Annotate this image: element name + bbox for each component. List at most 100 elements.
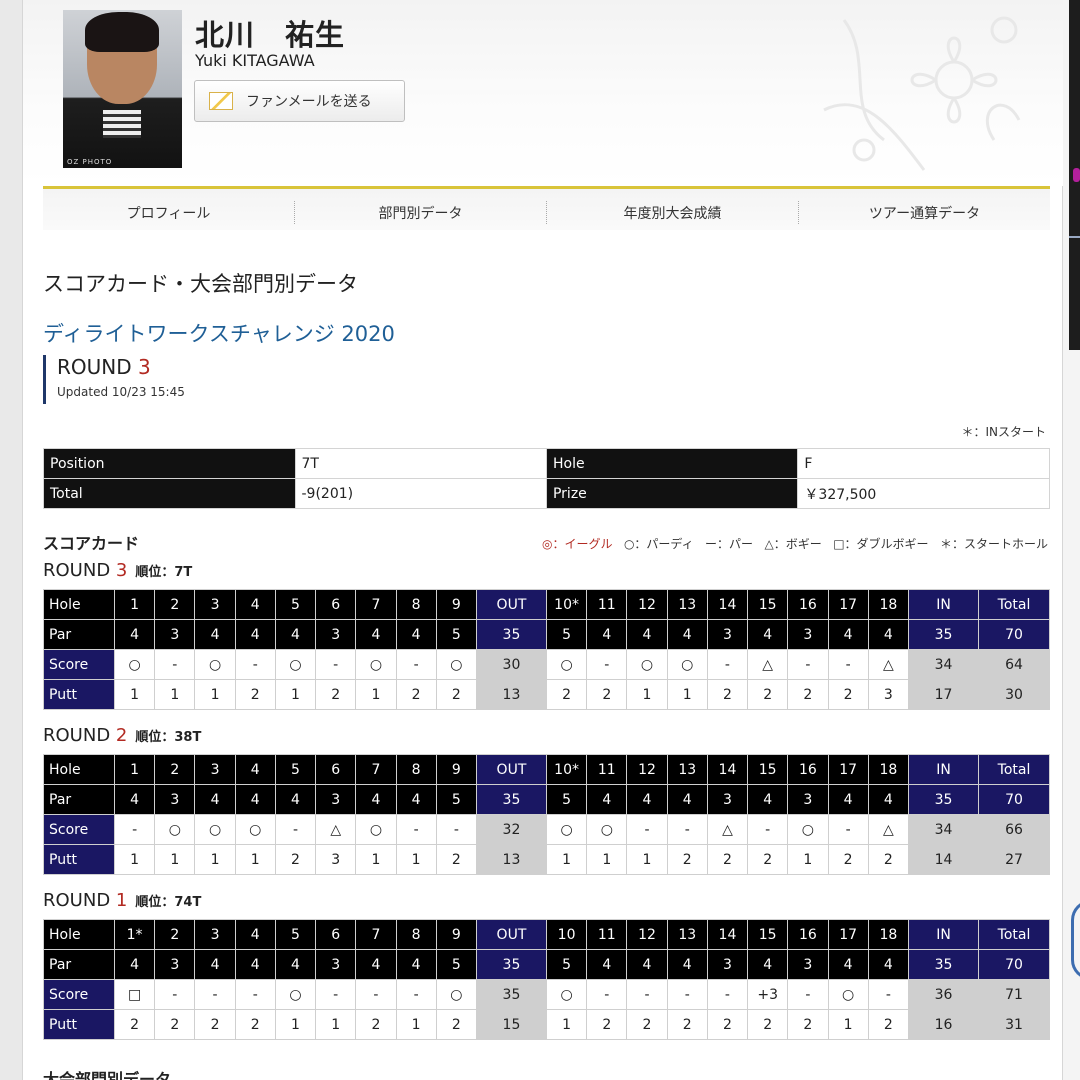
scorecard-cell: IN xyxy=(908,754,979,785)
scorecard-cell: ○ xyxy=(194,814,236,845)
legend-bogey: △：ボギー xyxy=(764,537,822,551)
tab-category-data[interactable]: 部門別データ xyxy=(295,201,547,224)
row-label: Putt xyxy=(43,844,115,875)
tab-profile[interactable]: プロフィール xyxy=(43,201,295,224)
scorecard-cell: 4 xyxy=(626,784,668,815)
prize-value: ￥327,500 xyxy=(797,478,1050,509)
scorecard-cell: 3 xyxy=(315,844,357,875)
scorecard-cell: - xyxy=(867,979,910,1010)
scorecard-cell: 2 xyxy=(315,679,357,710)
scorecard-cell: 12 xyxy=(626,754,668,785)
round-heading: ROUND 3 順位：7T xyxy=(43,560,193,581)
scorecard-cell: 15 xyxy=(747,919,789,950)
tournament-category-data-title: 大会部門別データ xyxy=(43,1070,172,1080)
current-round-info: ROUND 3 Updated 10/23 15:45 xyxy=(43,355,185,404)
scorecard-cell: 2 xyxy=(355,1009,397,1040)
scorecard-cell: 3 xyxy=(315,619,357,650)
scorecard-cell: 1 xyxy=(787,844,829,875)
tournament-link[interactable]: ディライトワークスチャレンジ 2020 xyxy=(43,318,395,348)
scorecard-cell: - xyxy=(355,979,397,1010)
scorecard-cell: 35 xyxy=(475,619,547,650)
scorecard-cell: 5 xyxy=(435,784,477,815)
scorecard-cell: ○ xyxy=(355,649,397,680)
scorecard-cell: 1 xyxy=(355,844,397,875)
updated-timestamp: Updated 10/23 15:45 xyxy=(57,385,185,399)
send-fanmail-button[interactable]: ファンメールを送る xyxy=(194,80,405,122)
scorecard-cell: - xyxy=(787,979,829,1010)
scorecard-cell: 8 xyxy=(395,754,437,785)
scorecard-cell: 4 xyxy=(395,619,437,650)
scorecard-cell: 4 xyxy=(395,784,437,815)
scorecard-cell: 2 xyxy=(234,1009,276,1040)
scorecard-cell: 2 xyxy=(154,754,196,785)
scorecard-cell: 10* xyxy=(545,589,588,620)
scorecard-cell: 2 xyxy=(194,1009,236,1040)
scorecard-cell: 66 xyxy=(978,814,1050,845)
legend-par: ー：パー xyxy=(705,537,754,551)
scorecard-cell: 15 xyxy=(475,1009,547,1040)
scorecard-cell: 4 xyxy=(867,619,910,650)
scorecard-cell: 2 xyxy=(274,844,317,875)
scorecard-cell: - xyxy=(626,814,668,845)
scorecard-cell: 1 xyxy=(315,1009,357,1040)
scorecard-cell: △ xyxy=(706,814,749,845)
scorecard-cell: 2 xyxy=(867,1009,910,1040)
scorecard-cell: 1 xyxy=(274,679,317,710)
scorecard-cell: 6 xyxy=(315,589,357,620)
scorecard-cell: 2 xyxy=(787,679,829,710)
scorecard-cell: 4 xyxy=(626,619,668,650)
tab-career-data[interactable]: ツアー通算データ xyxy=(799,201,1050,224)
scorecard-cell: 8 xyxy=(395,589,437,620)
scorecard-cell: 70 xyxy=(978,619,1050,650)
scorecard-cell: - xyxy=(827,649,869,680)
scorecard-cell: 35 xyxy=(908,619,979,650)
score-legend: ◎：イーグル ○：パーディ ー：パー △：ボギー □：ダブルボギー ＊：スタート… xyxy=(542,535,1048,552)
scorecard-cell: IN xyxy=(908,919,979,950)
legend-start-hole: ＊：スタートホール xyxy=(939,537,1048,551)
scorecard-cell: 2 xyxy=(154,589,196,620)
scorecard-cell: 11 xyxy=(586,754,628,785)
legend-double-bogey: □：ダブルボギー xyxy=(833,537,929,551)
scorecard-cell: 5 xyxy=(545,619,588,650)
scorecard-cell: 2 xyxy=(154,1009,196,1040)
scorecard-cell: - xyxy=(154,649,196,680)
scorecard-cell: 4 xyxy=(194,949,236,980)
scorecard-cell: 3 xyxy=(194,589,236,620)
scorecard-cell: 34 xyxy=(908,649,979,680)
scorecard-cell: 1 xyxy=(586,844,628,875)
scorecard-row-hole: Hole 1 2 3 4 5 6 7 8 9 OUT 10* 11 12 13 14 15 16 17 18 IN Tot… xyxy=(43,589,1050,620)
scorecard-cell: - xyxy=(395,979,437,1010)
scorecard-cell: ○ xyxy=(234,814,276,845)
adjacent-window-mark xyxy=(1073,168,1080,182)
scorecard-cell: 5 xyxy=(274,754,317,785)
scorecard-cell: 32 xyxy=(475,814,547,845)
round-rank: 順位：7T xyxy=(135,565,193,580)
scorecard-cell: 1 xyxy=(113,754,156,785)
round-rank: 順位：74T xyxy=(135,895,202,910)
scorecard-cell: 5 xyxy=(545,784,588,815)
scorecard-cell: OUT xyxy=(475,589,547,620)
scorecard-cell: 4 xyxy=(827,949,869,980)
scorecard-cell: 4 xyxy=(274,784,317,815)
scorecard-cell: 7 xyxy=(355,589,397,620)
scorecard-cell: 4 xyxy=(194,619,236,650)
scorecard-cell: ○ xyxy=(113,649,156,680)
round-heading: ROUND 2 順位：38T xyxy=(43,725,202,746)
scorecard-cell: 2 xyxy=(747,1009,789,1040)
scorecard-cell: 4 xyxy=(586,949,628,980)
scorecard-cell: 4 xyxy=(666,949,708,980)
scorecard-cell: 2 xyxy=(586,679,628,710)
scorecard-cell: 3 xyxy=(194,919,236,950)
scorecard-cell: 3 xyxy=(154,949,196,980)
scorecard-cell: 17 xyxy=(908,679,979,710)
scorecard-cell: +3 xyxy=(747,979,789,1010)
scorecard-cell: 2 xyxy=(867,844,910,875)
scorecard-cell: 30 xyxy=(475,649,547,680)
scorecard-cell: 2 xyxy=(827,679,869,710)
scorecard-cell: 2 xyxy=(706,1009,749,1040)
scorecard-cell: ○ xyxy=(355,814,397,845)
scorecard-cell: - xyxy=(315,649,357,680)
scorecard-cell: 14 xyxy=(908,844,979,875)
tab-yearly-results[interactable]: 年度別大会成績 xyxy=(547,201,799,224)
scorecard-cell: 1 xyxy=(113,844,156,875)
